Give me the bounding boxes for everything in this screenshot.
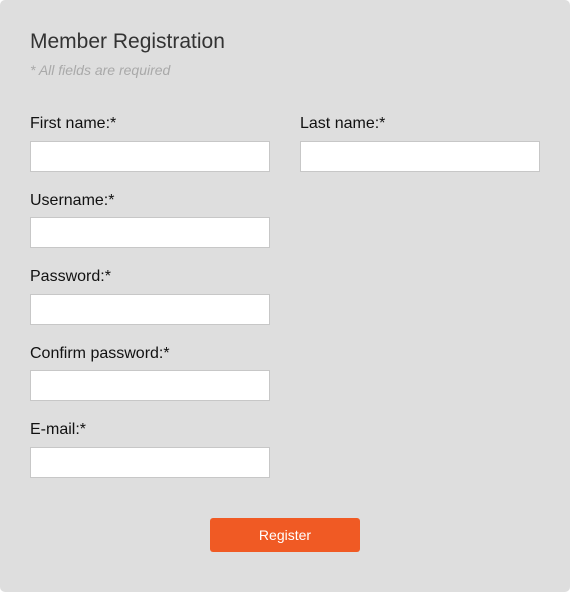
confirm-password-input[interactable] (30, 370, 270, 401)
confirm-password-label: Confirm password:* (30, 345, 170, 362)
form-title: Member Registration (30, 30, 225, 53)
password-input[interactable] (30, 294, 270, 325)
first-name-input[interactable] (30, 141, 270, 172)
email-input[interactable] (30, 447, 270, 478)
register-button[interactable]: Register (210, 518, 360, 552)
username-label: Username:* (30, 192, 115, 209)
required-fields-note: * All fields are required (30, 62, 171, 78)
username-input[interactable] (30, 217, 270, 248)
password-label: Password:* (30, 268, 111, 285)
last-name-label: Last name:* (300, 115, 386, 132)
email-label: E-mail:* (30, 421, 87, 438)
last-name-input[interactable] (300, 141, 540, 172)
registration-panel: Member Registration * All fields are req… (0, 0, 570, 592)
first-name-label: First name:* (30, 115, 117, 132)
